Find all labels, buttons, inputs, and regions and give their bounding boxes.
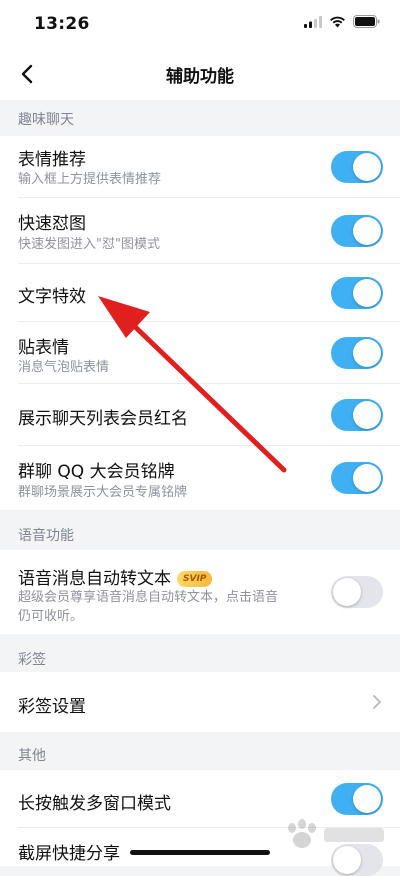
sticker-toggle[interactable] — [331, 337, 383, 369]
setting-title: 贴表情 — [18, 338, 69, 358]
voice-to-text-toggle[interactable] — [331, 576, 383, 608]
quick-image-toggle[interactable] — [331, 215, 383, 247]
setting-subtitle: 群聊场景展示大会员专属铭牌 — [18, 485, 188, 500]
setting-row-quick-image[interactable]: 快速怼图 快速发图进入"怼"图模式 — [0, 198, 400, 264]
setting-row-caiqian-settings[interactable]: 彩签设置 — [0, 672, 400, 732]
section-header-caiqian: 彩签 — [0, 634, 400, 672]
setting-title: 快速怼图 — [18, 214, 86, 234]
battery-icon — [353, 15, 380, 28]
setting-title: 长按触发多窗口模式 — [18, 794, 171, 814]
status-bar: 13:26 — [0, 0, 400, 48]
setting-subtitle: 消息气泡贴表情 — [18, 360, 110, 375]
group-badge-toggle[interactable] — [331, 462, 383, 494]
setting-row-sticker[interactable]: 贴表情 消息气泡贴表情 — [0, 322, 400, 384]
setting-title: 语音消息自动转文本 SVIP — [18, 564, 213, 589]
setting-title: 截屏快捷分享 — [18, 844, 120, 864]
page-title: 辅助功能 — [166, 67, 234, 87]
multi-window-toggle[interactable] — [331, 783, 383, 815]
section-header-fun-chat: 趣味聊天 — [0, 100, 400, 136]
setting-row-text-effects[interactable]: 文字特效 — [0, 264, 400, 322]
setting-row-voice-to-text[interactable]: 语音消息自动转文本 SVIP 超级会员尊享语音消息自动转文本，点击语音 仍可收听。 — [0, 550, 400, 634]
setting-title: 群聊 QQ 大会员铭牌 — [18, 462, 175, 482]
setting-subtitle-line2: 仍可收听。 — [18, 609, 84, 624]
member-red-name-toggle[interactable] — [331, 399, 383, 431]
chevron-right-icon — [373, 695, 381, 709]
setting-subtitle-line1: 超级会员尊享语音消息自动转文本，点击语音 — [18, 590, 279, 605]
section-header-voice: 语音功能 — [0, 510, 400, 550]
setting-title: 表情推荐 — [18, 150, 86, 170]
signal-icon — [304, 15, 322, 28]
section-header-other: 其他 — [0, 732, 400, 770]
setting-subtitle: 快速发图进入"怼"图模式 — [18, 237, 160, 252]
setting-title: 彩签设置 — [18, 697, 86, 717]
wifi-icon — [330, 16, 345, 28]
setting-subtitle: 输入框上方提供表情推荐 — [18, 172, 162, 187]
status-icons — [304, 15, 380, 28]
setting-row-member-red-name[interactable]: 展示聊天列表会员红名 — [0, 384, 400, 446]
text-effects-toggle[interactable] — [331, 277, 383, 309]
watermark-logo — [288, 819, 384, 848]
status-time: 13:26 — [34, 14, 90, 34]
setting-row-emoji-recommend[interactable]: 表情推荐 输入框上方提供表情推荐 — [0, 136, 400, 198]
home-indicator[interactable] — [130, 850, 270, 855]
setting-title: 展示聊天列表会员红名 — [18, 409, 188, 429]
emoji-recommend-toggle[interactable] — [331, 151, 383, 183]
setting-title: 文字特效 — [18, 287, 86, 307]
navigation-bar: 辅助功能 — [0, 48, 400, 100]
svip-badge: SVIP — [177, 571, 213, 587]
setting-row-group-badge[interactable]: 群聊 QQ 大会员铭牌 群聊场景展示大会员专属铭牌 — [0, 446, 400, 510]
